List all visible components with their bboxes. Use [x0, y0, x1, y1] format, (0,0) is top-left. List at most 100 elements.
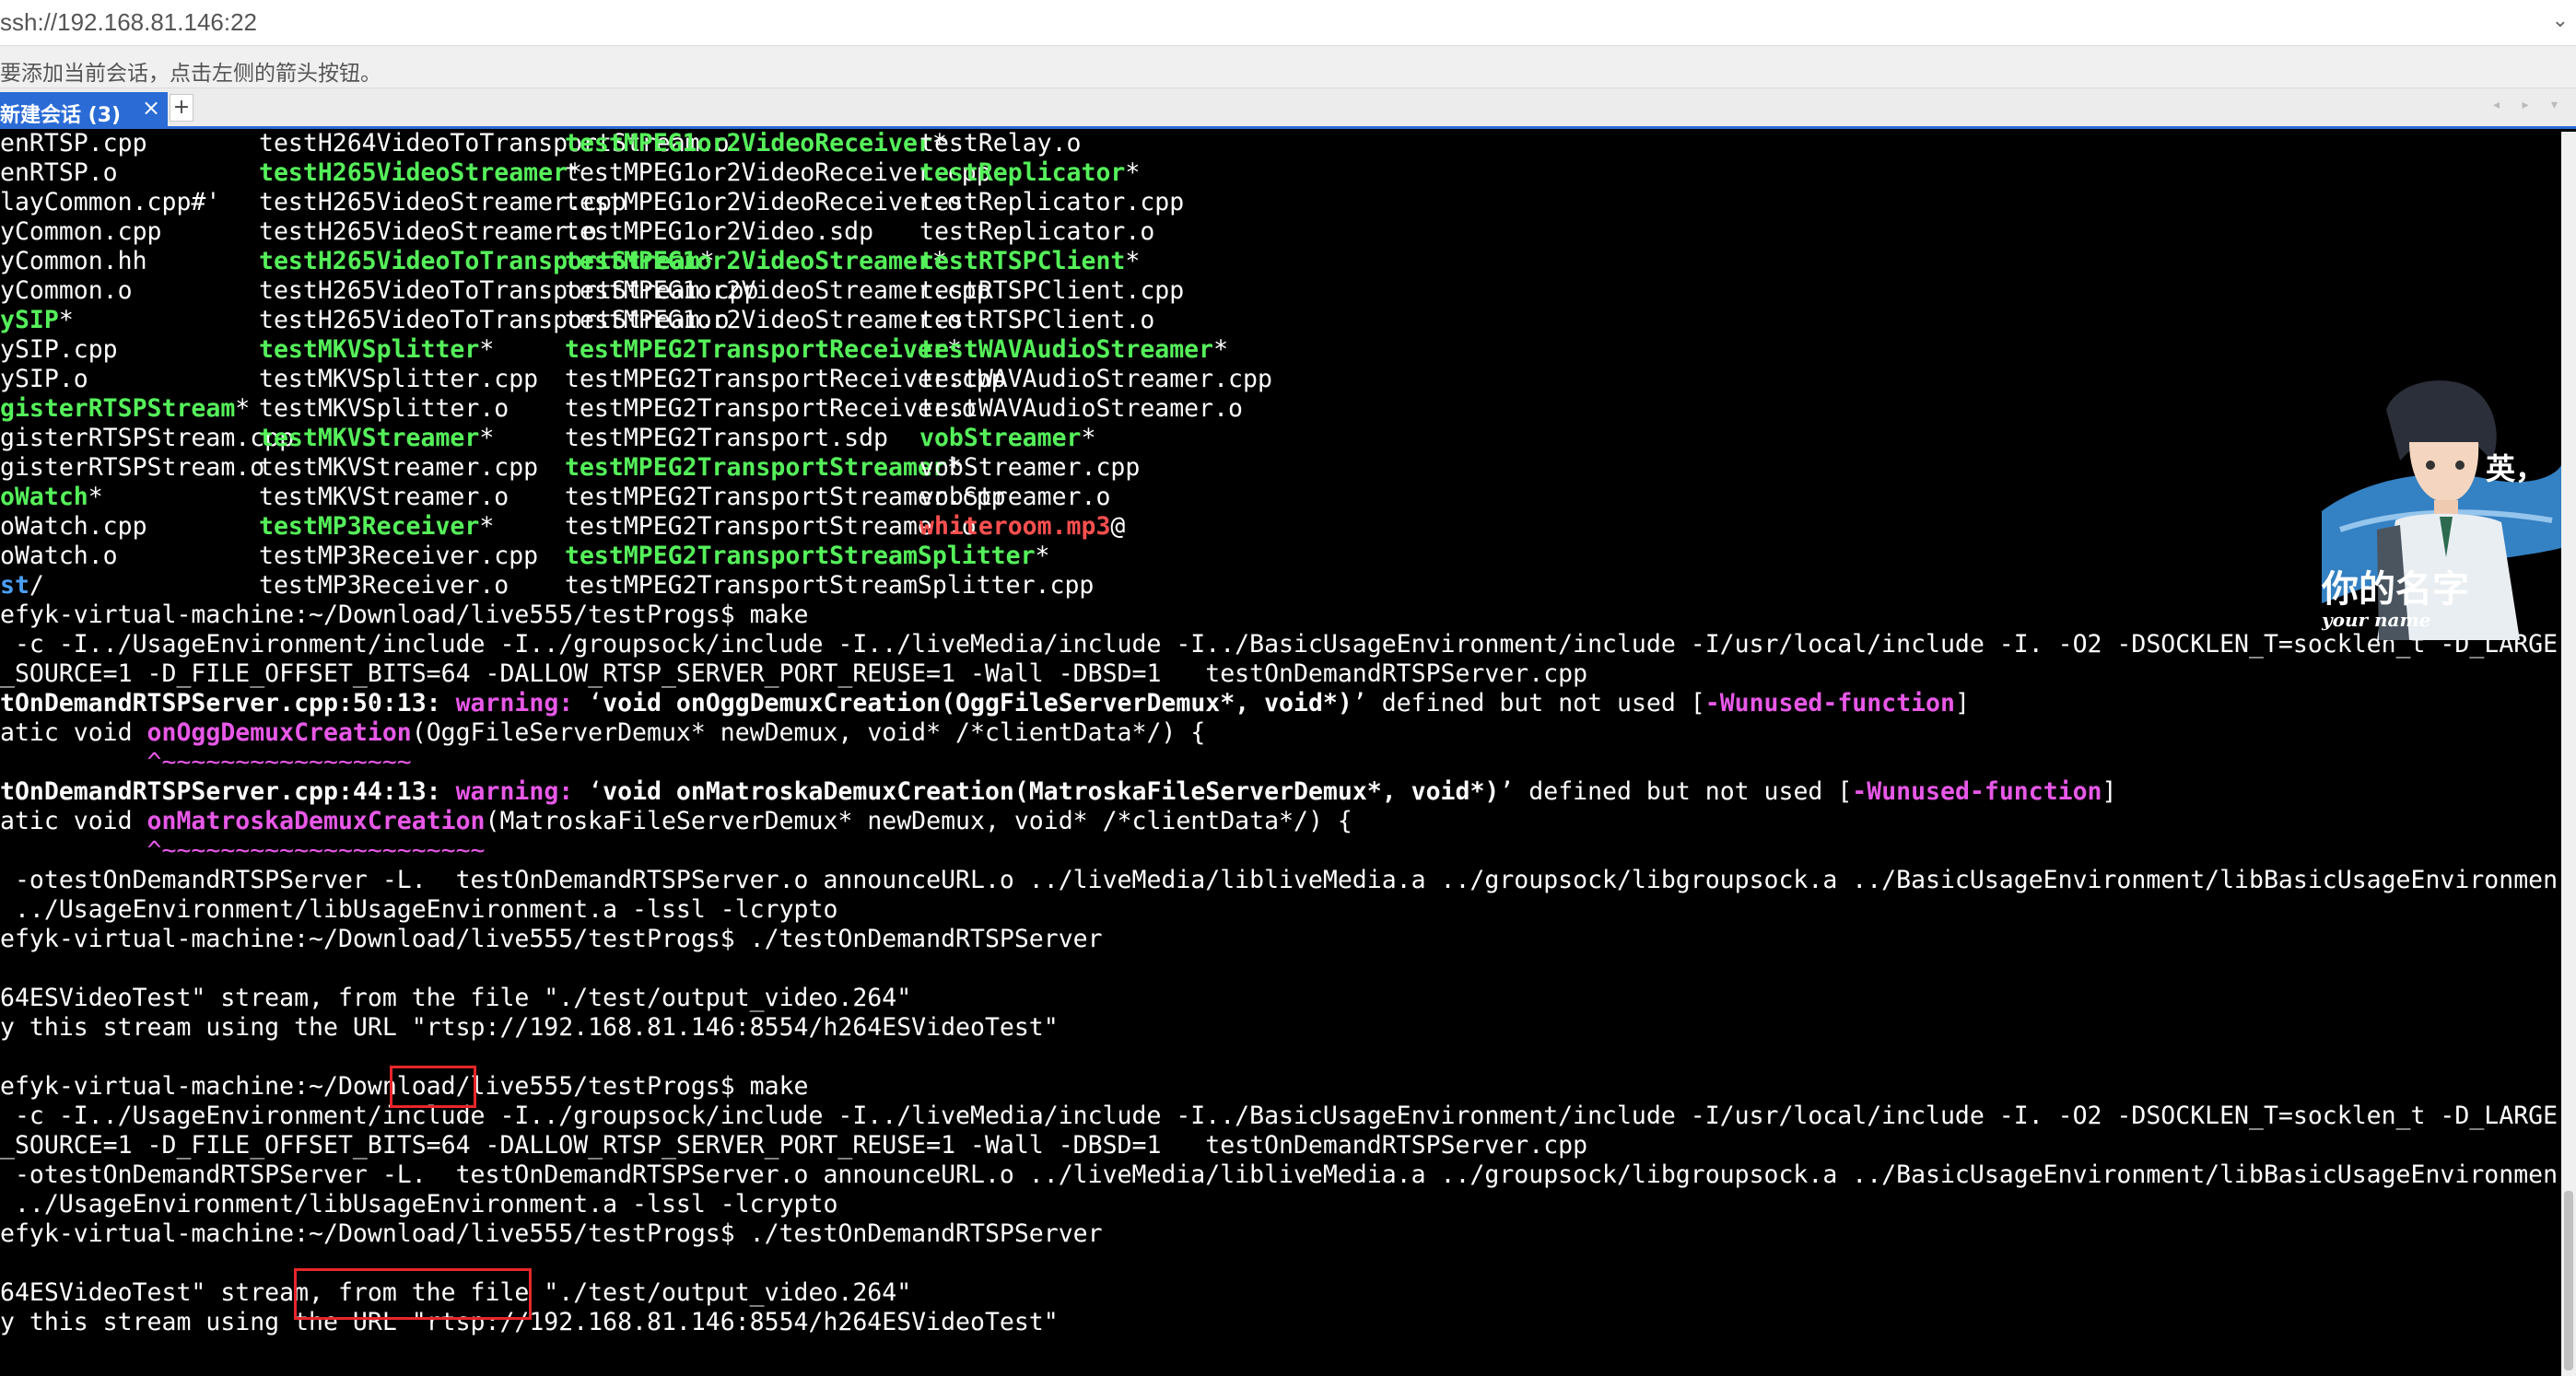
file-entry: testMPEG1or2VideoReceiver*	[565, 132, 947, 158]
terminal-segment: ^~~~~~~~~~~~~~~~~~~~~~~	[0, 836, 486, 865]
file-entry: vobStreamer.cpp	[919, 453, 1140, 483]
terminal-segment: (OggFileServerDemux* newDemux, void* /*c…	[411, 718, 1206, 747]
terminal-segment: testMKVSplitter	[259, 335, 480, 364]
terminal-segment: testMKVStreamer	[259, 424, 480, 452]
file-entry: testMPEG2TransportStreamer*	[565, 453, 962, 483]
address-bar[interactable]: ssh://192.168.81.146:22 ⌄	[0, 0, 2576, 46]
terminal-segment: onMatroskaDemuxCreation	[146, 807, 486, 835]
terminal-segment: testRTSPClient.o	[919, 306, 1155, 334]
file-entry: yCommon.o	[0, 276, 133, 306]
terminal-line: y this stream using the URL "rtsp://192.…	[0, 1013, 1059, 1043]
avatar-caption-en: your name	[2322, 609, 2430, 631]
file-entry: yCommon.cpp	[0, 217, 162, 247]
terminal-segment: testReplicator	[919, 158, 1126, 187]
file-entry: testMPEG2Transport.sdp	[565, 424, 888, 453]
terminal-segment: yCommon.cpp	[0, 217, 162, 246]
close-icon[interactable]: ×	[142, 95, 160, 121]
terminal-segment: testH265VideoStreamer.o	[259, 217, 597, 246]
add-tab-button[interactable]: +	[170, 94, 193, 122]
terminal-segment: efyk-virtual-machine:~/Download/live555/…	[0, 601, 809, 629]
terminal-line: ^~~~~~~~~~~~~~~~~~	[0, 748, 412, 777]
terminal-segment: /	[29, 571, 44, 600]
terminal-segment: testMPEG2TransportStreamSplitter	[565, 542, 1036, 570]
terminal-segment: yCommon.o	[0, 276, 133, 305]
terminal-segment: testWAVAudioStreamer	[919, 335, 1214, 364]
terminal-segment: atic void	[0, 718, 147, 747]
terminal-segment: testRTSPClient	[919, 247, 1126, 275]
terminal-segment: _SOURCE=1 -D_FILE_OFFSET_BITS=64 -DALLOW…	[0, 659, 1588, 688]
file-entry: testReplicator.cpp	[919, 188, 1184, 217]
file-entry: testReplicator*	[919, 158, 1140, 188]
terminal-segment: testMPEG1or2VideoStreamer.o	[565, 306, 962, 334]
file-entry: testMPEG1or2Video.sdp	[565, 217, 873, 247]
terminal-segment: gisterRTSPStream.o	[0, 453, 265, 482]
terminal-segment: tOnDemandRTSPServer.cpp:50:13:	[0, 689, 456, 717]
terminal-line: ^~~~~~~~~~~~~~~~~~~~~~~	[0, 836, 486, 866]
terminal-segment: yCommon.hh	[0, 247, 147, 275]
file-entry: oWatch.o	[0, 542, 118, 571]
terminal-segment: gisterRTSPStream.cpp	[0, 424, 295, 452]
terminal-segment: ]	[2102, 777, 2117, 806]
terminal-segment: testRTSPClient.cpp	[919, 276, 1185, 305]
file-entry: enRTSP.cpp	[0, 132, 147, 158]
terminal-line: tOnDemandRTSPServer.cpp:44:13: warning: …	[0, 777, 2116, 807]
file-entry: testH265VideoStreamer*	[259, 158, 582, 188]
address-url[interactable]: ssh://192.168.81.146:22	[0, 8, 257, 37]
terminal-segment: vobStreamer.cpp	[919, 453, 1141, 482]
scrollbar-thumb[interactable]	[2564, 1191, 2573, 1370]
terminal-segment: whiteroom.mp3	[919, 512, 1111, 541]
file-entry: testWAVAudioStreamer*	[919, 335, 1228, 365]
terminal-line: efyk-virtual-machine:~/Download/live555/…	[0, 601, 809, 630]
terminal-segment: testMKVStreamer.cpp	[259, 453, 539, 482]
terminal-segment: testMPEG2TransportStreamer	[565, 453, 947, 482]
file-entry: testMPEG1or2VideoReceiver.o	[565, 188, 962, 217]
file-entry: testWAVAudioStreamer.cpp	[919, 365, 1272, 394]
file-entry: layCommon.cpp#'	[0, 188, 220, 217]
terminal-segment: enRTSP.o	[0, 158, 118, 187]
terminal-segment: *	[1125, 158, 1141, 187]
terminal-segment: warning:	[455, 689, 589, 717]
terminal-segment: *	[479, 335, 495, 364]
terminal-segment: *	[1081, 424, 1096, 452]
terminal-segment: efyk-virtual-machine:~/Download/live555/…	[0, 925, 1103, 953]
terminal-output[interactable]: enRTSP.cpp enRTSP.o layCommon.cpp#' yCommon…	[0, 132, 2561, 1376]
terminal-segment: testWAVAudioStreamer.o	[919, 394, 1243, 423]
tab-nav-icons[interactable]: ◂ ▸ ▾	[2493, 98, 2567, 112]
terminal-segment: *	[88, 483, 103, 511]
file-entry: testRTSPClient.cpp	[919, 276, 1184, 306]
terminal-segment: ../UsageEnvironment/libUsageEnvironment.…	[0, 1190, 838, 1219]
terminal-segment: ’ defined but not used [	[1352, 689, 1705, 717]
terminal-line: ../UsageEnvironment/libUsageEnvironment.…	[0, 1190, 837, 1219]
terminal-segment: void onOggDemuxCreation(OggFileServerDem…	[603, 689, 1352, 717]
file-entry: testRelay.o	[919, 132, 1082, 158]
tab-label: 新建会话 (3)	[0, 104, 122, 127]
terminal-segment: ySIP.cpp	[0, 335, 118, 364]
terminal-line: atic void onOggDemuxCreation(OggFileServ…	[0, 718, 1205, 748]
file-entry: st/	[0, 571, 44, 601]
terminal-segment: tOnDemandRTSPServer.cpp:44:13:	[0, 777, 456, 806]
terminal-segment: *	[58, 306, 74, 334]
file-entry: testMPEG2TransportStreamSplitter.cpp	[565, 571, 1094, 601]
terminal-segment: st	[0, 571, 29, 600]
terminal-segment: ’ defined but not used [	[1499, 777, 1853, 806]
annotation-box-make	[390, 1066, 476, 1108]
terminal-segment: y this stream using the URL "rtsp://192.…	[0, 1013, 1059, 1042]
terminal-segment: *	[235, 394, 251, 423]
chevron-down-icon[interactable]: ⌄	[2552, 9, 2569, 32]
terminal-segment: ‘	[588, 689, 603, 717]
terminal-segment: -Wunused-function	[1852, 777, 2102, 806]
file-entry: ySIP.o	[0, 365, 88, 394]
terminal-segment: -otestOnDemandRTSPServer -L. testOnDeman…	[0, 866, 2558, 894]
tab-session-3[interactable]: 新建会话 (3) ×	[0, 92, 168, 129]
terminal-segment: testMPEG1or2VideoReceiver.o	[565, 188, 962, 216]
terminal-segment: _SOURCE=1 -D_FILE_OFFSET_BITS=64 -DALLOW…	[0, 1131, 1588, 1160]
terminal-segment: -Wunused-function	[1704, 689, 1955, 717]
terminal-scrollbar[interactable]	[2561, 132, 2576, 1376]
file-entry: gisterRTSPStream.o	[0, 453, 264, 483]
file-entry: testRTSPClient.o	[919, 306, 1154, 335]
terminal-segment: *	[479, 512, 495, 541]
file-entry: enRTSP.o	[0, 158, 118, 188]
tab-bar: 新建会话 (3) × + ◂ ▸ ▾	[0, 88, 2576, 129]
terminal-line: -c -I../UsageEnvironment/include -I../gr…	[0, 630, 2558, 659]
terminal-segment: ]	[1954, 689, 1970, 717]
